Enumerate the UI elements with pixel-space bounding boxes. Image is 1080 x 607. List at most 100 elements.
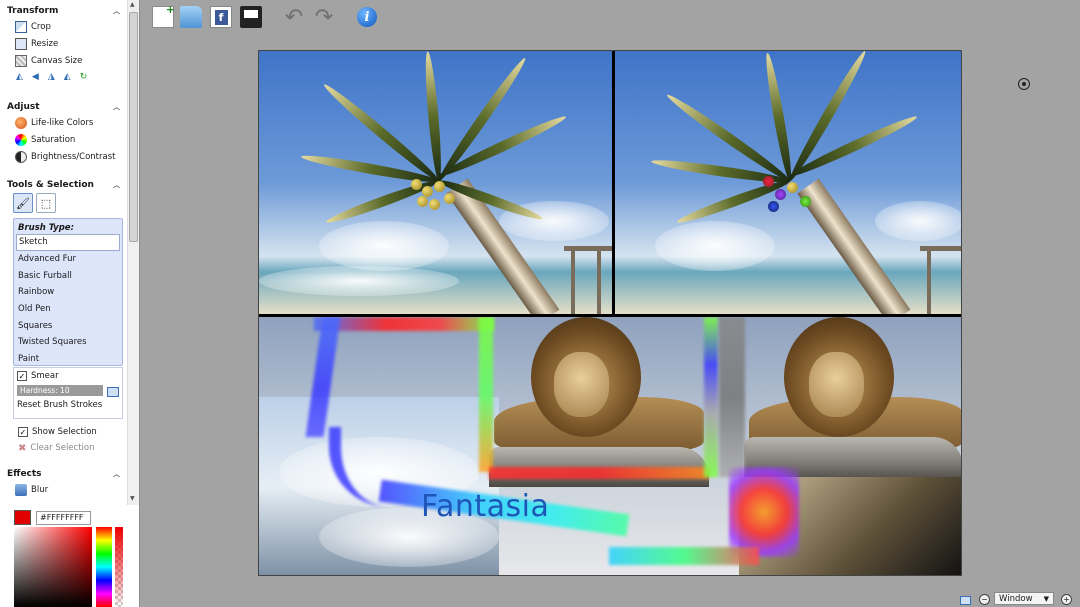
transform-title: Transform <box>7 6 59 16</box>
scroll-up-icon[interactable]: ▲ <box>130 1 135 8</box>
life-like-colors-icon <box>15 116 27 129</box>
saturation-label: Saturation <box>31 134 76 145</box>
facebook-icon[interactable]: f <box>210 6 232 28</box>
transform-section: Transform ︿ Crop Resize Canvas Size ◭ ◀ … <box>0 4 126 84</box>
rotate-free-icon[interactable]: ↻ <box>80 72 88 82</box>
blur-icon <box>15 483 27 496</box>
color-row: #FFFFFFFF <box>14 510 91 525</box>
brush-type-label: Brush Type: <box>18 223 74 233</box>
transform-header[interactable]: Transform ︿ <box>0 4 126 18</box>
brush-tool-button[interactable]: 🖌 <box>13 193 33 213</box>
brush-option-paint[interactable]: Paint <box>14 351 122 368</box>
show-selection-checkbox[interactable]: ✓ <box>18 427 28 437</box>
lion-photo: Fantasia <box>259 317 961 575</box>
rotate-left-icon[interactable]: ◮ <box>48 72 55 82</box>
palm-photo-left <box>259 51 612 314</box>
brush-type-list: Brush Type: Sketch Advanced Fur Basic Fu… <box>13 218 123 366</box>
effects-section: Effects ︿ Blur <box>0 467 126 498</box>
panel-scrollbar[interactable]: ▲ ▼ <box>127 0 139 505</box>
zoom-mode-value: Window <box>999 593 1033 604</box>
canvas-size-label: Canvas Size <box>31 55 83 66</box>
tools-title: Tools & Selection <box>7 180 94 190</box>
smear-label: Smear <box>31 371 59 381</box>
saturation-icon <box>15 133 27 146</box>
chevron-down-icon: ▼ <box>1043 594 1049 603</box>
fit-screen-icon[interactable] <box>960 596 971 605</box>
clear-selection-icon: ✖ <box>18 442 27 454</box>
undo-icon[interactable]: ↶ <box>283 5 305 30</box>
brush-option-rainbow[interactable]: Rainbow <box>14 284 122 301</box>
tools-header[interactable]: Tools & Selection ︿ <box>0 178 126 192</box>
transform-actions: ◭ ◀ ◮ ◭ ↻ <box>0 69 126 84</box>
collapse-icon[interactable]: ︿ <box>113 180 120 190</box>
save-icon[interactable] <box>240 6 262 28</box>
image-canvas[interactable]: Fantasia <box>258 50 962 576</box>
collapse-icon[interactable]: ︿ <box>113 6 120 16</box>
canvas-text-fantasia[interactable]: Fantasia <box>421 489 549 524</box>
zoom-mode-select[interactable]: Window ▼ <box>994 592 1054 605</box>
collapse-icon[interactable]: ︿ <box>113 469 120 479</box>
palm-photo-right <box>615 51 961 314</box>
hardness-settings-icon[interactable] <box>107 387 119 397</box>
flip-vertical-icon[interactable]: ◀ <box>32 72 39 82</box>
zoom-in-icon[interactable]: + <box>1061 594 1072 605</box>
selection-tool-button[interactable]: ⬚ <box>36 193 56 213</box>
life-like-colors-label: Life-like Colors <box>31 117 94 128</box>
blur-item[interactable]: Blur <box>0 481 126 498</box>
blur-label: Blur <box>31 484 49 495</box>
brush-icon: 🖌 <box>16 196 30 210</box>
brush-option-squares[interactable]: Squares <box>14 317 122 334</box>
selection-icon: ⬚ <box>40 196 52 210</box>
life-like-colors-item[interactable]: Life-like Colors <box>0 114 126 131</box>
tool-mode-group: 🖌 ⬚ <box>0 192 126 214</box>
brush-option-twisted-squares[interactable]: Twisted Squares <box>14 334 122 351</box>
collapse-icon[interactable]: ︿ <box>113 102 120 112</box>
crop-label: Crop <box>31 21 51 32</box>
open-folder-icon[interactable] <box>180 6 202 28</box>
smear-checkbox[interactable]: ✓ <box>17 371 27 381</box>
show-selection-option[interactable]: ✓ Show Selection <box>15 424 97 440</box>
left-panel: ▲ ▼ Transform ︿ Crop Resize Canvas Size … <box>0 0 140 607</box>
info-icon[interactable]: i <box>357 7 377 27</box>
effects-title: Effects <box>7 469 42 479</box>
zoom-out-icon[interactable]: − <box>979 594 990 605</box>
effects-header[interactable]: Effects ︿ <box>0 467 126 481</box>
saturation-value-picker[interactable] <box>14 527 92 607</box>
adjust-title: Adjust <box>7 102 40 112</box>
alpha-slider[interactable] <box>115 527 123 607</box>
resize-item[interactable]: Resize <box>0 35 126 52</box>
flip-horizontal-icon[interactable]: ◭ <box>16 72 23 82</box>
adjust-header[interactable]: Adjust ︿ <box>0 100 126 114</box>
color-swatch[interactable] <box>14 510 31 525</box>
resize-icon <box>15 37 27 50</box>
clear-selection-label: Clear Selection <box>30 443 95 453</box>
brightness-contrast-icon <box>15 150 27 163</box>
scroll-down-icon[interactable]: ▼ <box>130 495 135 502</box>
brush-option-sketch[interactable]: Sketch <box>16 234 120 251</box>
saturation-item[interactable]: Saturation <box>0 131 126 148</box>
canvas-size-icon <box>15 54 27 67</box>
redo-icon[interactable]: ↷ <box>313 5 335 30</box>
new-image-icon[interactable] <box>152 3 175 28</box>
brush-option-old-pen[interactable]: Old Pen <box>14 301 122 318</box>
crop-item[interactable]: Crop <box>0 18 126 35</box>
target-icon[interactable] <box>1018 78 1030 90</box>
rotate-right-icon[interactable]: ◭ <box>64 72 71 82</box>
show-selection-label: Show Selection <box>32 427 97 437</box>
brush-option-basic-furball[interactable]: Basic Furball <box>14 267 122 284</box>
hue-slider[interactable] <box>96 527 112 607</box>
smear-option[interactable]: ✓ Smear <box>14 368 122 384</box>
brush-option-advanced-fur[interactable]: Advanced Fur <box>14 251 122 268</box>
crop-icon <box>15 20 27 33</box>
brush-options: ✓ Smear Hardness: 10 Reset Brush Strokes <box>13 367 123 419</box>
brightness-contrast-item[interactable]: Brightness/Contrast <box>0 148 126 165</box>
reset-brush-strokes-button[interactable]: Reset Brush Strokes <box>14 397 122 412</box>
clear-selection-button[interactable]: ✖ Clear Selection <box>15 440 95 456</box>
panel-scrollbar-thumb[interactable] <box>129 12 138 242</box>
color-hex-input[interactable]: #FFFFFFFF <box>36 510 91 525</box>
hardness-slider[interactable]: Hardness: 10 <box>17 385 103 396</box>
canvas-size-item[interactable]: Canvas Size <box>0 52 126 69</box>
adjust-section: Adjust ︿ Life-like Colors Saturation Bri… <box>0 100 126 165</box>
tools-section: Tools & Selection ︿ 🖌 ⬚ <box>0 178 126 214</box>
resize-label: Resize <box>31 38 59 49</box>
